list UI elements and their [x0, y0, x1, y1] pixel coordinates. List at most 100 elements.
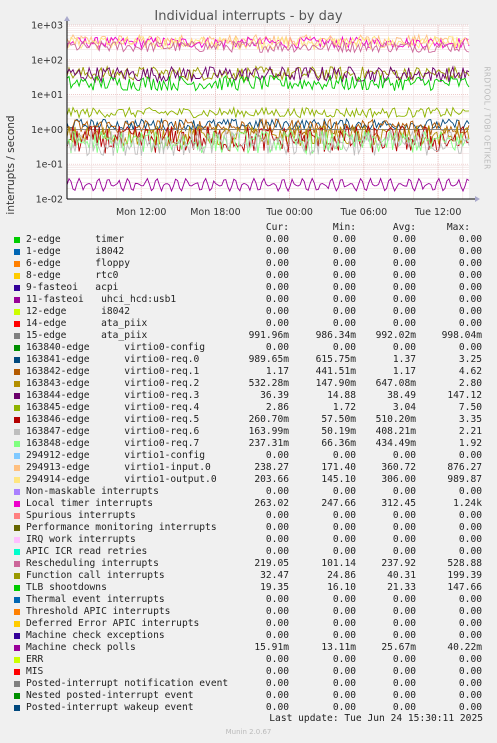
legend-swatch: [14, 273, 20, 279]
legend-cur-value: 238.27: [254, 462, 289, 473]
legend-swatch: [14, 669, 20, 675]
legend-max-value: 0.00: [458, 666, 482, 677]
legend-min-value: 171.40: [321, 462, 356, 473]
legend-cur-value: 0.00: [265, 654, 289, 665]
legend-max-value: 7.50: [458, 402, 482, 413]
legend-row: MIS 0.00 0.00 0.00 0.00: [0, 666, 497, 678]
legend-avg-value: 992.02m: [375, 330, 416, 341]
legend-row: Nested posted-interrupt event 0.00 0.00 0.0…: [0, 690, 497, 702]
legend-swatch: [14, 477, 20, 483]
legend-label: 163844-edge virtio0-req.3: [26, 390, 200, 401]
legend-row: 11-fasteoi uhci_hcd:usb1 0.00 0.00 0.00 0.00: [0, 294, 497, 306]
legend-max-value: 0.00: [458, 594, 482, 605]
legend-min-value: 0.00: [332, 654, 356, 665]
legend-min-value: 66.36m: [321, 438, 356, 449]
legend-swatch: [14, 393, 20, 399]
legend-avg-value: 0.00: [392, 318, 416, 329]
legend-cur-value: 0.00: [265, 234, 289, 245]
legend-swatch: [14, 309, 20, 315]
legend-avg-value: 0.00: [392, 450, 416, 461]
legend-label: 163841-edge virtio0-req.0: [26, 354, 200, 365]
legend-cur-value: 0.00: [265, 294, 289, 305]
legend-cur-value: 2.86: [265, 402, 289, 413]
legend-min-value: 0.00: [332, 618, 356, 629]
legend-cur-value: 0.00: [265, 246, 289, 257]
legend-avg-value: 0.00: [392, 654, 416, 665]
legend-label: Performance monitoring interrupts: [26, 522, 217, 533]
legend-label: 163842-edge virtio0-req.1: [26, 366, 200, 377]
legend-swatch: [14, 705, 20, 711]
legend-row: Spurious interrupts 0.00 0.00 0.00 0.00: [0, 510, 497, 522]
legend-avg-value: 312.45: [381, 498, 416, 509]
legend-cur-value: 0.00: [265, 522, 289, 533]
legend-label: 9-fasteoi acpi: [26, 282, 119, 293]
legend-avg-value: 0.00: [392, 294, 416, 305]
legend-row: 163845-edge virtio0-req.4 2.86 1.72 3.04 7.5…: [0, 402, 497, 414]
legend-max-value: 0.00: [458, 654, 482, 665]
legend-cur-value: 219.05: [254, 558, 289, 569]
legend-row: 163841-edge virtio0-req.0 989.65m 615.75m 1…: [0, 354, 497, 366]
legend-min-value: 16.10: [327, 582, 356, 593]
legend-min-value: 0.00: [332, 630, 356, 641]
legend-row: Function call interrupts 32.47 24.86 40.31 1…: [0, 570, 497, 582]
legend-swatch: [14, 333, 20, 339]
legend-row: Deferred Error APIC interrupts 0.00 0.00 0.…: [0, 618, 497, 630]
x-axis-arrow: [475, 196, 480, 202]
legend-avg-value: 0.00: [392, 510, 416, 521]
legend-row: 2-edge timer 0.00 0.00 0.00 0.00: [0, 234, 497, 246]
legend-max-value: 4.62: [458, 366, 482, 377]
legend-min-value: 615.75m: [315, 354, 356, 365]
legend-min-value: 0.00: [332, 246, 356, 257]
legend-row: 294912-edge virtio1-config 0.00 0.00 0.00 0.…: [0, 450, 497, 462]
legend-cur-value: 15.91m: [254, 642, 289, 653]
legend-min-value: 0.00: [332, 534, 356, 545]
legend-swatch: [14, 561, 20, 567]
legend-avg-value: 0.00: [392, 630, 416, 641]
legend-row: 15-edge ata_piix 991.96m 986.34m 992.02m 998…: [0, 330, 497, 342]
legend-min-value: 57.50m: [321, 414, 356, 425]
legend-label: Machine check exceptions: [26, 630, 165, 641]
legend-max-value: 3.35: [458, 414, 482, 425]
legend-swatch: [14, 369, 20, 375]
legend-max-value: 998.04m: [441, 330, 482, 341]
legend-label: Function call interrupts: [26, 570, 165, 581]
legend-label: 294912-edge virtio1-config: [26, 450, 206, 461]
legend-min-value: 147.90m: [315, 378, 356, 389]
legend-min-value: 0.00: [332, 678, 356, 689]
legend-swatch: [14, 249, 20, 255]
legend-cur-value: 0.00: [265, 618, 289, 629]
legend-avg-value: 0.00: [392, 702, 416, 713]
legend-avg-value: 0.00: [392, 234, 416, 245]
legend-row: 163847-edge virtio0-req.6 163.99m 50.19m 40…: [0, 426, 497, 438]
legend-cur-value: 19.35: [260, 582, 289, 593]
legend-max-value: 0.00: [458, 282, 482, 293]
legend-max-value: 0.00: [458, 318, 482, 329]
legend-cur-value: 532.28m: [248, 378, 289, 389]
legend-label: Threshold APIC interrupts: [26, 606, 171, 617]
legend-label: IRQ work interrupts: [26, 534, 136, 545]
legend-max-value: 2.80: [458, 378, 482, 389]
legend-min-value: 1.72: [332, 402, 356, 413]
legend-swatch: [14, 261, 20, 267]
legend-swatch: [14, 297, 20, 303]
legend: 2-edge timer 0.00 0.00 0.00 0.00 1-edge i8042…: [0, 234, 497, 714]
legend-swatch: [14, 441, 20, 447]
y-axis-arrow: [64, 16, 70, 21]
legend-cur-value: 0.00: [265, 486, 289, 497]
legend-max-value: 0.00: [458, 234, 482, 245]
legend-avg-value: 3.04: [392, 402, 416, 413]
legend-avg-value: 647.08m: [375, 378, 416, 389]
x-tick-label: Mon 12:00: [116, 207, 166, 218]
legend-cur-value: 0.00: [265, 606, 289, 617]
legend-cur-value: 163.99m: [248, 426, 289, 437]
legend-label: Deferred Error APIC interrupts: [26, 618, 200, 629]
legend-avg-value: 0.00: [392, 606, 416, 617]
legend-row: Non-maskable interrupts 0.00 0.00 0.00 0.00: [0, 486, 497, 498]
legend-swatch: [14, 549, 20, 555]
legend-avg-value: 360.72: [381, 462, 416, 473]
legend-min-value: 0.00: [332, 546, 356, 557]
legend-row: 163844-edge virtio0-req.3 36.39 14.88 38.49…: [0, 390, 497, 402]
legend-row: ERR 0.00 0.00 0.00 0.00: [0, 654, 497, 666]
legend-cur-value: 0.00: [265, 594, 289, 605]
legend-min-value: 0.00: [332, 450, 356, 461]
